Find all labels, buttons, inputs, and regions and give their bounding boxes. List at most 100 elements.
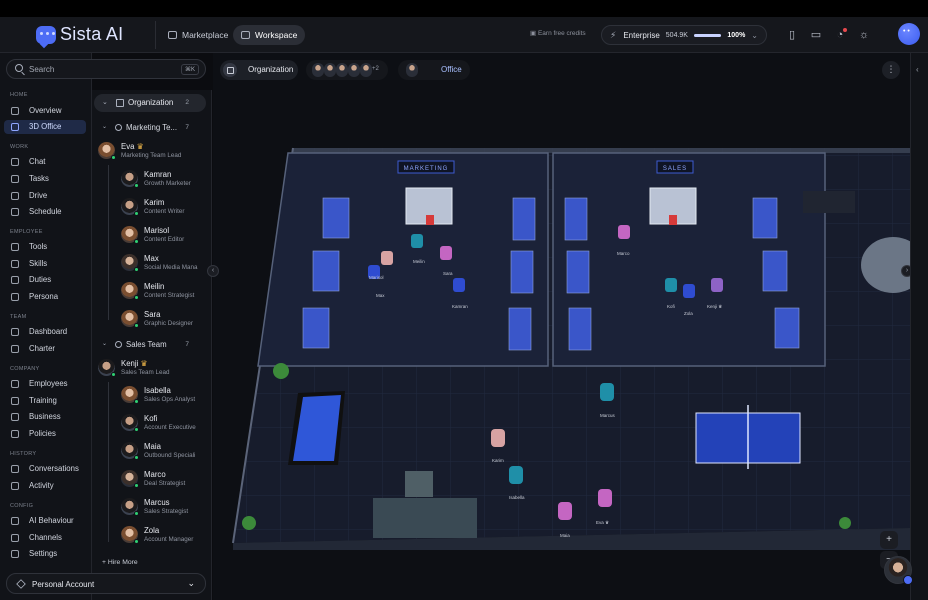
- assistant-avatar[interactable]: [884, 556, 913, 585]
- earn-credits-link[interactable]: ▣ Earn free credits: [530, 29, 586, 37]
- section-team: TEAM: [10, 314, 27, 320]
- nav-drive-label: Drive: [29, 191, 48, 200]
- folder-icon: [11, 192, 19, 200]
- online-status-dot: [111, 372, 116, 377]
- nav-3d-office[interactable]: 3D Office: [4, 120, 86, 134]
- agent-figure: [491, 429, 505, 447]
- feedback-icon[interactable]: ▭: [810, 29, 822, 41]
- desk: [752, 197, 778, 239]
- member-kamran[interactable]: Kamran Growth Marketer: [121, 170, 211, 192]
- nav-charter[interactable]: Charter: [4, 342, 86, 356]
- member-marisol[interactable]: Marisol Content Editor: [121, 226, 211, 248]
- plan-name: Enterprise: [623, 30, 660, 40]
- chat-bubble-logo-icon: [36, 25, 56, 44]
- nav-duties[interactable]: Duties: [4, 273, 86, 287]
- breadcrumb-organization[interactable]: Organization: [220, 60, 298, 80]
- nav-activity[interactable]: Activity: [4, 479, 86, 493]
- team-group-sales[interactable]: ⌄ Sales Team 7: [94, 338, 206, 352]
- online-status-dot: [134, 323, 139, 328]
- member-sara[interactable]: Sara Graphic Designer: [121, 310, 211, 332]
- bell-icon[interactable]: ◔: [834, 28, 847, 41]
- nav-dashboard[interactable]: Dashboard: [4, 325, 86, 339]
- nav-policies[interactable]: Policies: [4, 427, 86, 441]
- member-karim[interactable]: Karim Content Writer: [121, 198, 211, 220]
- member-meilin[interactable]: Meilin Content Strategist: [121, 282, 211, 304]
- person-name: Marisol: [144, 226, 170, 235]
- search-input[interactable]: Search ⌘K: [6, 59, 206, 79]
- nav-tasks[interactable]: Tasks: [4, 172, 86, 186]
- member-marcus[interactable]: Marcus Sales Strategist: [121, 498, 211, 520]
- account-switcher[interactable]: Personal Account ⌄: [6, 573, 206, 594]
- breadcrumb-org-label: Organization: [248, 65, 294, 74]
- chevron-left-icon[interactable]: ‹: [916, 65, 919, 74]
- sun-icon[interactable]: ☼: [858, 29, 870, 41]
- collapse-panel-button[interactable]: ‹: [207, 265, 219, 277]
- agent-figure: [683, 284, 695, 298]
- nav-3d-office-label: 3D Office: [29, 122, 62, 131]
- office-scene: MARKETING SALES Max Marisol Meilin Sara …: [232, 147, 910, 550]
- zoom-in-button[interactable]: +: [880, 531, 898, 549]
- team-lead-kenji[interactable]: Kenji ♛ Sales Team Lead: [98, 359, 208, 381]
- nav-tools[interactable]: Tools: [4, 240, 86, 254]
- chevron-down-icon: ⌄: [187, 578, 195, 588]
- nav-conversations[interactable]: Conversations: [4, 462, 86, 476]
- book-icon[interactable]: ▯: [786, 29, 798, 41]
- section-company: COMPANY: [10, 366, 40, 372]
- team-lead-eva[interactable]: Eva ♛ Marketing Team Lead: [98, 142, 208, 164]
- tab-workspace[interactable]: Workspace: [233, 25, 306, 45]
- org-tree-root[interactable]: ⌄ Organization 2: [94, 94, 206, 112]
- breadcrumb-office[interactable]: Office: [398, 60, 470, 80]
- online-status-dot: [134, 539, 139, 544]
- team-label: Sales Team: [126, 340, 167, 349]
- app-logo[interactable]: Sista AI: [36, 24, 123, 45]
- nav-business[interactable]: Business: [4, 410, 86, 424]
- tab-marketplace[interactable]: Marketplace: [160, 25, 236, 45]
- plan-selector[interactable]: ⚡ Enterprise 504.9K 100% ⌄: [601, 25, 767, 45]
- right-rail: ‹: [910, 53, 928, 600]
- sales-room-label: SALES: [663, 166, 687, 172]
- agent-figure: [411, 234, 423, 248]
- app-header: Sista AI Marketplace Workspace ▣ Earn fr…: [0, 17, 928, 53]
- member-maia[interactable]: Maia Outbound Speciali: [121, 442, 211, 464]
- office-3d-canvas[interactable]: MARKETING SALES Max Marisol Meilin Sara …: [213, 53, 910, 600]
- nav-training[interactable]: Training: [4, 394, 86, 408]
- member-kofi[interactable]: Kofi Account Executive: [121, 414, 211, 436]
- breadcrumb-team-avatars[interactable]: +2: [306, 60, 388, 80]
- nav-schedule[interactable]: Schedule: [4, 205, 86, 219]
- graduation-icon: [11, 397, 19, 405]
- avatar: [121, 470, 139, 488]
- more-options-button[interactable]: ⋮: [882, 61, 900, 79]
- nav-ai-behaviour-label: AI Behaviour: [29, 516, 74, 525]
- nav-chat[interactable]: Chat: [4, 155, 86, 169]
- online-status-dot: [134, 455, 139, 460]
- nav-settings[interactable]: Settings: [4, 547, 86, 561]
- team-group-marketing[interactable]: ⌄ Marketing Te... 7: [94, 121, 206, 135]
- user-avatar[interactable]: [898, 23, 920, 45]
- member-max[interactable]: Max Social Media Mana: [121, 254, 211, 276]
- nav-persona[interactable]: Persona: [4, 290, 86, 304]
- avatar: [98, 359, 116, 377]
- nav-drive[interactable]: Drive: [4, 189, 86, 203]
- person-name: Sara: [144, 310, 161, 319]
- desk: [564, 197, 588, 241]
- member-isabella[interactable]: Isabella Sales Ops Analyst: [121, 386, 211, 408]
- nav-employees[interactable]: Employees: [4, 377, 86, 391]
- lounge-chair: [405, 471, 433, 497]
- person-role: Content Strategist: [144, 292, 195, 299]
- nav-overview[interactable]: Overview: [4, 104, 86, 118]
- desk: [774, 307, 800, 349]
- plant: [242, 516, 256, 530]
- hire-more-button[interactable]: + Hire More: [102, 559, 138, 566]
- member-marco[interactable]: Marco Deal Strategist: [121, 470, 211, 492]
- avatar: [121, 498, 139, 516]
- member-zola[interactable]: Zola Account Manager: [121, 526, 211, 548]
- crown-icon: ♛: [140, 359, 148, 368]
- agent-figure: [618, 225, 630, 239]
- avatar: [121, 526, 139, 544]
- online-status-dot: [134, 511, 139, 516]
- nav-ai-behaviour[interactable]: AI Behaviour: [4, 514, 86, 528]
- nav-channels[interactable]: Channels: [4, 531, 86, 545]
- search-icon: [15, 64, 23, 72]
- nav-skills[interactable]: Skills: [4, 257, 86, 271]
- nav-schedule-label: Schedule: [29, 207, 62, 216]
